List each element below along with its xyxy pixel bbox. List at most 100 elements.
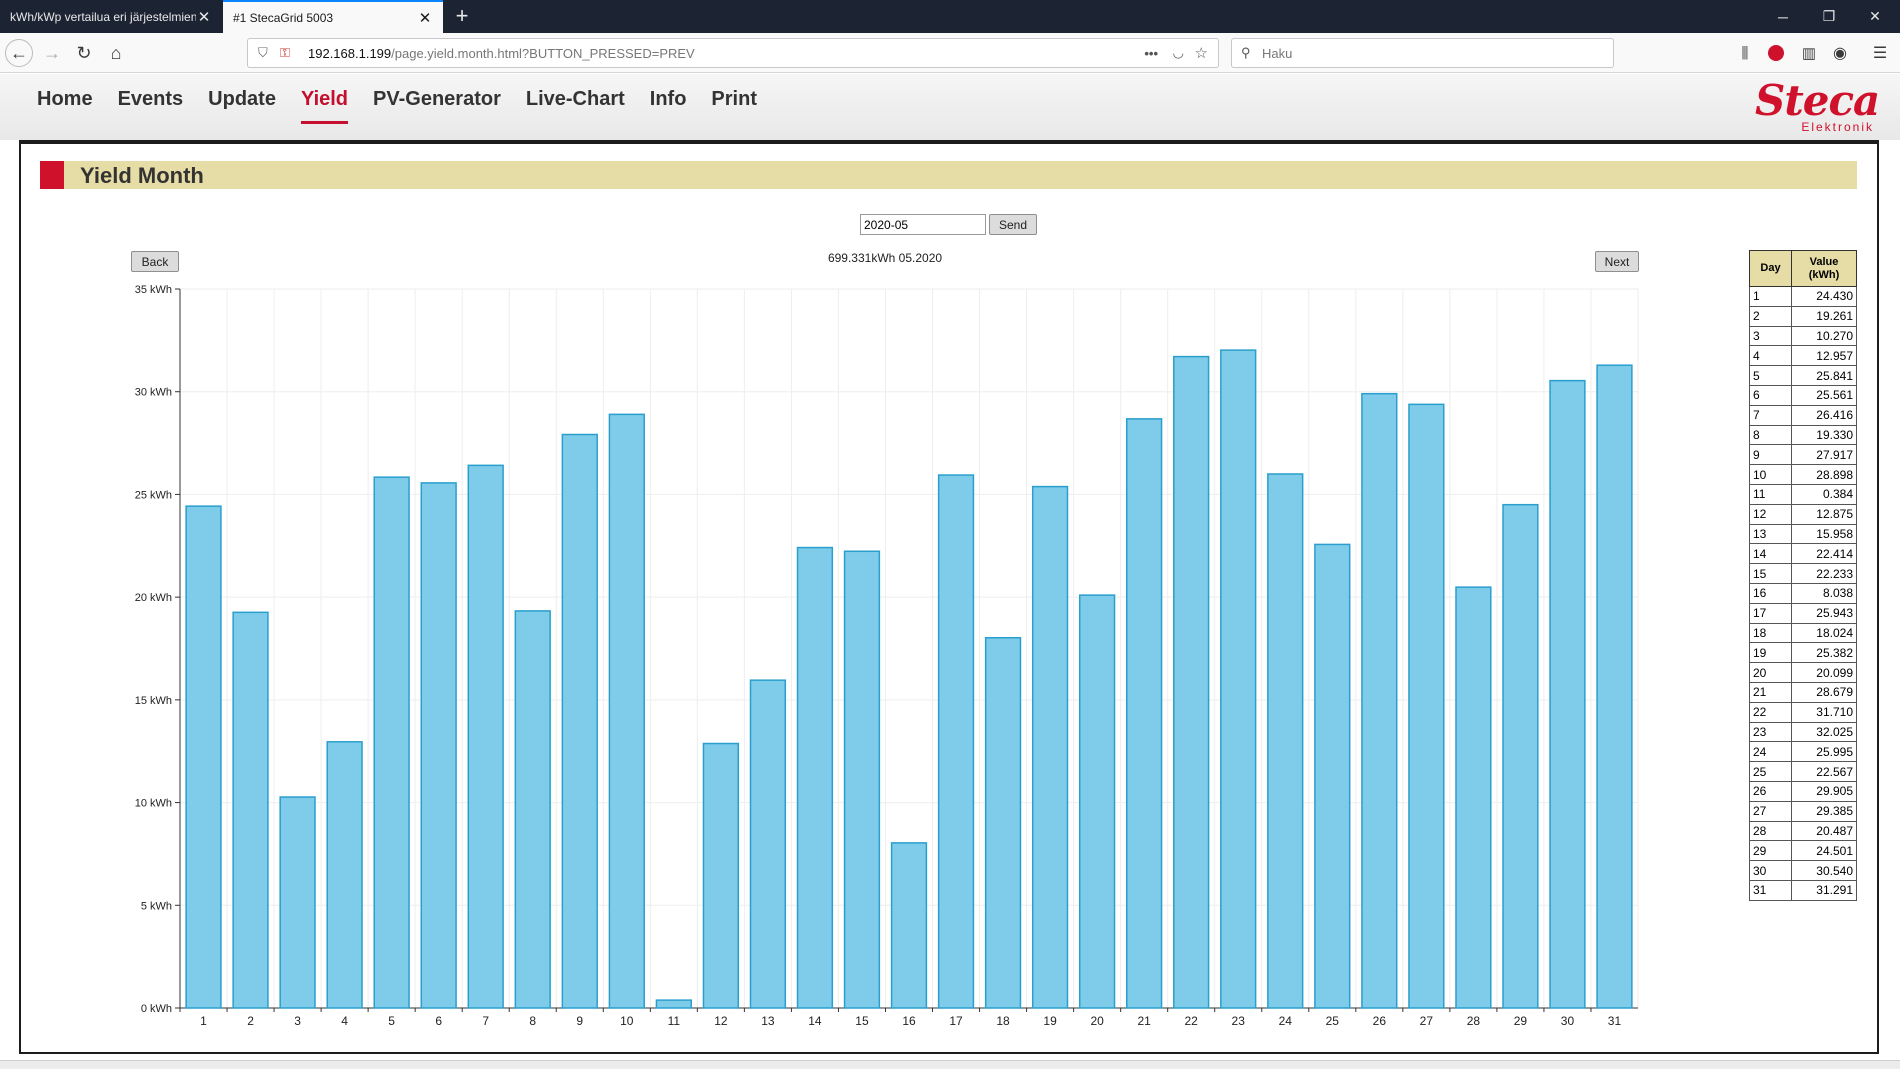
browser-tab-stecagrid[interactable]: #1 StecaGrid 5003 ✕ (223, 0, 443, 33)
day-cell: 31 (1749, 879, 1792, 901)
bar-day-18 (984, 636, 1022, 1009)
insecure-lock-icon[interactable]: ⚿ (280, 45, 290, 61)
home-icon[interactable]: ⌂ (102, 39, 130, 67)
day-cell: 30 (1749, 860, 1792, 881)
x-tick-label: 10 (620, 1014, 634, 1028)
address-bar[interactable]: ⛉ ⚿ 192.168.1.199/page.yield.month.html?… (247, 38, 1219, 68)
table-row: 12 12.875 (1749, 503, 1857, 525)
account-icon[interactable]: ◉ (1826, 39, 1854, 67)
table-row: 16 8.038 (1749, 582, 1857, 604)
x-tick-label: 16 (902, 1014, 916, 1028)
url-host: 192.168.1.199 (308, 45, 392, 61)
day-cell: 21 (1749, 681, 1792, 703)
value-cell: 19.261 (1791, 305, 1857, 327)
nav-events[interactable]: Events (118, 88, 184, 124)
reload-icon[interactable]: ↻ (70, 39, 98, 67)
value-cell: 24.430 (1791, 286, 1857, 307)
x-tick-label: 18 (996, 1014, 1010, 1028)
table-row: 9 27.917 (1749, 444, 1857, 466)
x-tick-label: 1 (200, 1014, 207, 1028)
nav-live-chart[interactable]: Live-Chart (526, 88, 625, 124)
value-cell: 25.382 (1791, 642, 1857, 664)
table-row: 30 30.540 (1749, 860, 1857, 881)
value-cell: 18.024 (1791, 622, 1857, 644)
nav-info[interactable]: Info (650, 88, 687, 124)
day-cell: 20 (1749, 662, 1792, 683)
table-row: 29 24.501 (1749, 840, 1857, 862)
day-cell: 12 (1749, 503, 1792, 525)
close-window-icon[interactable]: ✕ (1852, 0, 1898, 33)
browser-tab-comparison[interactable]: kWh/kWp vertailua eri järjestelmien ✕ (0, 0, 222, 33)
x-tick-label: 6 (435, 1014, 442, 1028)
bar-day-22 (1173, 355, 1210, 1009)
x-tick-label: 26 (1373, 1014, 1387, 1028)
nav-print[interactable]: Print (711, 88, 757, 124)
x-tick-label: 25 (1326, 1014, 1340, 1028)
bar-day-25 (1314, 543, 1351, 1009)
x-tick-label: 21 (1137, 1014, 1151, 1028)
next-button[interactable]: Next (1595, 251, 1639, 272)
value-cell: 24.501 (1791, 840, 1857, 862)
table-row: 5 25.841 (1749, 365, 1857, 386)
title-marker (40, 161, 64, 189)
value-cell: 22.233 (1791, 563, 1857, 584)
day-cell: 22 (1749, 701, 1792, 723)
bar-day-9 (561, 433, 598, 1009)
adblock-icon[interactable] (1762, 39, 1790, 67)
table-row: 24 25.995 (1749, 741, 1857, 763)
day-cell: 29 (1749, 840, 1792, 862)
bar-day-17 (937, 474, 975, 1009)
nav-yield[interactable]: Yield (300, 88, 349, 124)
restore-icon[interactable]: ❐ (1806, 0, 1852, 33)
yield-table: Day Value (kWh) 1 24.430 2 19.261 3 10.270 4 12.… (1749, 250, 1857, 901)
x-tick-label: 17 (949, 1014, 963, 1028)
nav-pv-generator[interactable]: PV-Generator (373, 88, 501, 124)
back-button[interactable]: Back (131, 251, 179, 272)
value-cell: 25.943 (1791, 602, 1857, 624)
bar-day-30 (1549, 379, 1586, 1009)
nav-home[interactable]: Home (37, 88, 93, 124)
page-title: Yield Month (80, 163, 204, 188)
value-cell: 25.995 (1791, 741, 1857, 763)
new-tab-icon[interactable]: + (450, 3, 474, 29)
value-cell: 15.958 (1791, 523, 1857, 545)
x-tick-label: 3 (294, 1014, 301, 1028)
bar-day-21 (1126, 418, 1163, 1009)
bookmark-star-icon[interactable]: ☆ (1195, 44, 1208, 62)
day-cell: 13 (1749, 523, 1792, 545)
table-row: 18 18.024 (1749, 622, 1857, 644)
month-input[interactable] (860, 214, 986, 235)
site-header: Home Events Update Yield PV-Generator Li… (0, 74, 1900, 140)
x-tick-label: 2 (247, 1014, 254, 1028)
minimize-icon[interactable]: ─ (1760, 0, 1806, 33)
value-cell: 31.710 (1791, 701, 1857, 723)
day-cell: 8 (1749, 424, 1792, 446)
main-nav: Home Events Update Yield PV-Generator Li… (37, 88, 782, 124)
close-tab-icon[interactable]: ✕ (417, 9, 433, 27)
search-icon: ⚲ (1241, 45, 1251, 60)
close-tab-icon[interactable]: ✕ (196, 8, 212, 26)
y-tick-label: 0 kWh (141, 1003, 172, 1015)
pocket-icon[interactable]: ◡ (1173, 45, 1184, 61)
x-tick-label: 13 (761, 1014, 775, 1028)
nav-update[interactable]: Update (208, 88, 276, 124)
sidebar-icon[interactable]: ▥ (1795, 39, 1823, 67)
day-cell: 19 (1749, 642, 1792, 664)
page-actions-icon[interactable]: ••• (1144, 46, 1158, 61)
forward-arrow-icon[interactable]: → (38, 39, 66, 67)
x-tick-label: 14 (808, 1014, 822, 1028)
value-cell: 25.561 (1791, 384, 1857, 406)
y-tick-label: 35 kWh (135, 284, 172, 296)
bar-day-24 (1267, 473, 1304, 1009)
menu-icon[interactable]: ☰ (1866, 39, 1894, 67)
day-cell: 24 (1749, 741, 1792, 763)
bar-day-26 (1361, 392, 1398, 1009)
table-row: 21 28.679 (1749, 681, 1857, 703)
back-arrow-icon[interactable]: ← (5, 39, 33, 67)
library-icon[interactable]: ⫼ (1731, 39, 1759, 67)
shield-icon[interactable]: ⛉ (258, 45, 268, 61)
search-input[interactable]: ⚲ Haku (1231, 38, 1614, 68)
send-button[interactable]: Send (989, 214, 1037, 235)
x-tick-label: 24 (1279, 1014, 1293, 1028)
bar-day-7 (467, 464, 504, 1009)
